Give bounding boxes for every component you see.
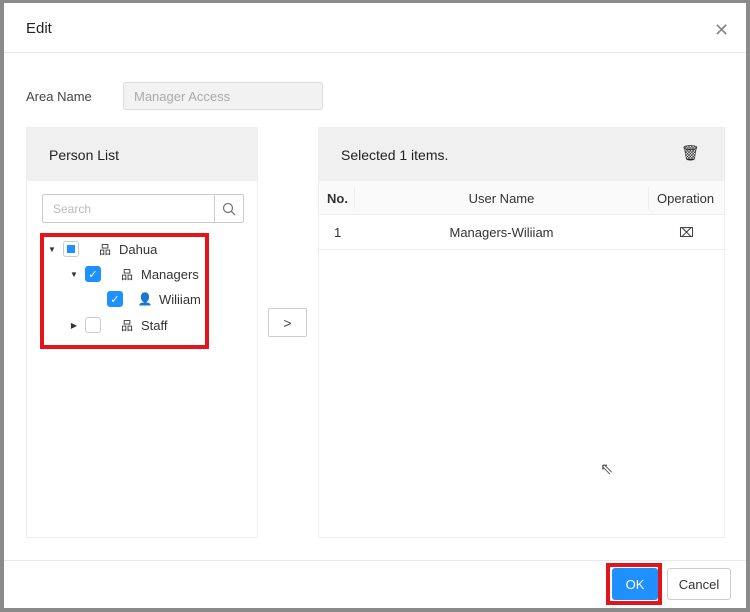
col-user-name: User Name xyxy=(354,187,649,209)
user-icon: 👤 xyxy=(137,292,153,306)
node-label: Managers xyxy=(141,266,199,282)
tree-node-dahua[interactable]: ▼ 品 Dahua xyxy=(47,239,157,259)
table-header: No. User Name Operation xyxy=(319,181,724,215)
search-icon[interactable] xyxy=(214,195,243,222)
selected-header: Selected 1 items. 🗑 xyxy=(319,128,724,181)
edit-dialog: Edit ✕ Area Name Manager Access Person L… xyxy=(4,3,746,608)
person-list-panel: Person List Search ▼ 品 Dahua ▼ ✓ 品 Managers ✓… xyxy=(26,127,258,538)
cancel-button[interactable]: Cancel xyxy=(667,568,731,600)
caret-down-icon[interactable]: ▼ xyxy=(47,245,57,254)
node-label: Dahua xyxy=(119,241,158,257)
search-placeholder: Search xyxy=(53,202,92,216)
transfer-button[interactable]: > xyxy=(268,308,307,337)
divider xyxy=(4,560,746,561)
org-icon: 品 xyxy=(120,267,133,282)
ok-button[interactable]: OK xyxy=(612,568,658,600)
org-icon: 品 xyxy=(98,242,111,257)
cell-no: 1 xyxy=(334,225,342,240)
tree-node-managers[interactable]: ▼ ✓ 品 Managers xyxy=(69,264,199,284)
checkbox[interactable]: ✓ xyxy=(107,291,123,307)
area-name-input: Manager Access xyxy=(123,82,323,110)
divider xyxy=(4,52,746,53)
col-no: No. xyxy=(327,191,348,206)
selected-title: Selected 1 items. xyxy=(341,147,449,163)
mouse-cursor-icon: ⇖ xyxy=(600,461,614,478)
table-row: 1 Managers-Wiliiam ⌧ xyxy=(319,215,724,250)
checkbox[interactable] xyxy=(63,241,79,257)
area-name-label: Area Name xyxy=(26,89,92,104)
person-list-title: Person List xyxy=(27,128,257,181)
tree-node-wiliiam[interactable]: ✓ 👤 Wiliiam xyxy=(91,289,201,309)
checkbox[interactable] xyxy=(85,317,101,333)
caret-right-icon[interactable]: ▶ xyxy=(69,321,79,330)
trash-icon[interactable]: 🗑 xyxy=(681,144,700,162)
col-operation: Operation xyxy=(657,191,715,206)
node-label: Staff xyxy=(141,317,168,333)
node-label: Wiliiam xyxy=(159,291,201,307)
close-icon[interactable]: ✕ xyxy=(714,20,729,41)
remove-row-icon[interactable]: ⌧ xyxy=(679,225,694,241)
selected-panel: Selected 1 items. 🗑 No. User Name Operat… xyxy=(318,127,725,538)
checkbox[interactable]: ✓ xyxy=(85,266,101,282)
search-input[interactable]: Search xyxy=(42,194,244,223)
caret-down-icon[interactable]: ▼ xyxy=(69,270,79,279)
dialog-title: Edit xyxy=(26,20,52,37)
cell-user-name: Managers-Wiliiam xyxy=(449,225,554,240)
org-icon: 品 xyxy=(120,318,133,333)
tree-node-staff[interactable]: ▶ 品 Staff xyxy=(69,315,168,335)
